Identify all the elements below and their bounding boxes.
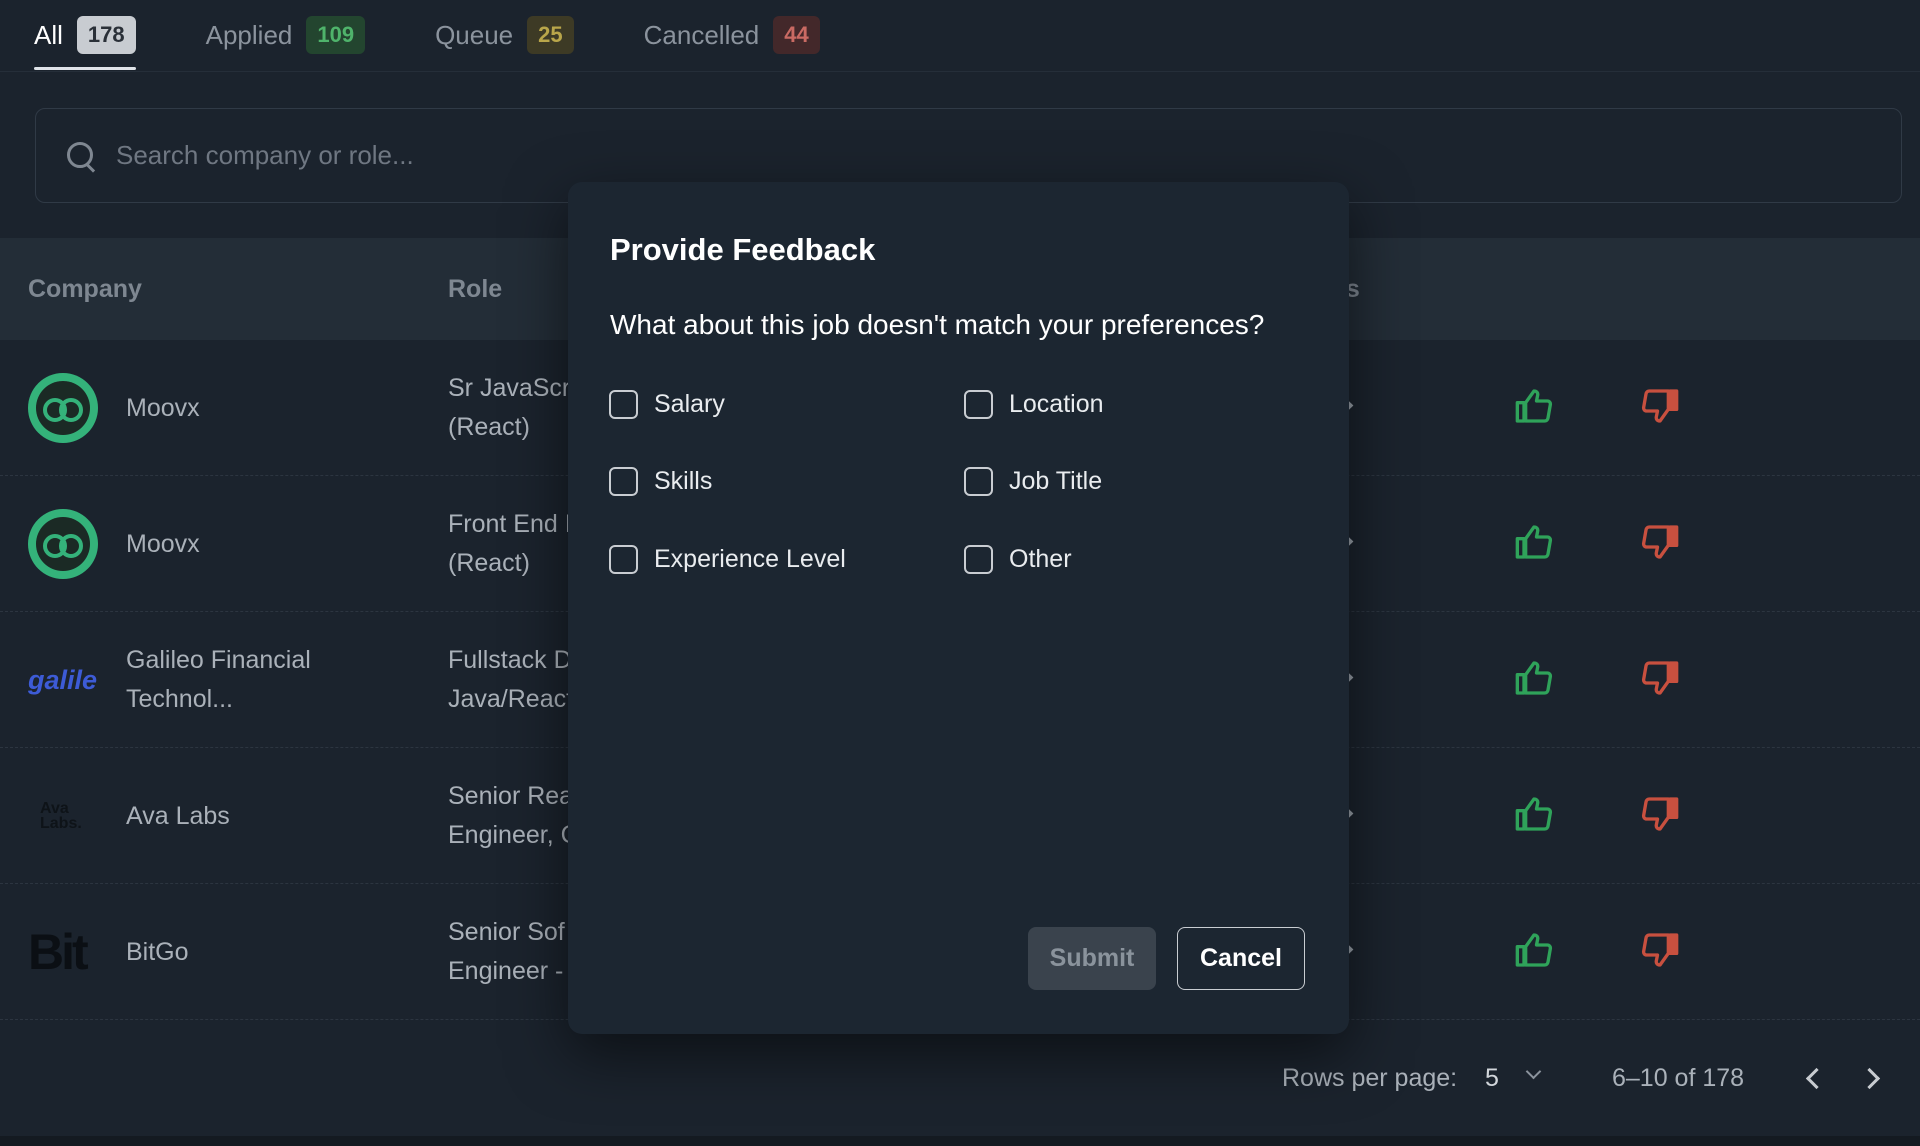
option-other[interactable]: Other: [964, 545, 1072, 574]
checkbox[interactable]: [609, 390, 638, 419]
dialog-title: Provide Feedback: [610, 232, 876, 267]
jobs-page: All 178 Applied 109 Queue 25 Cancelled 4…: [0, 0, 1920, 1146]
submit-button[interactable]: Submit: [1028, 927, 1156, 990]
option-job-title[interactable]: Job Title: [964, 467, 1102, 496]
thumbs-down-icon[interactable]: [1640, 522, 1680, 562]
tab-all[interactable]: All 178: [34, 0, 136, 70]
count-badge: 178: [76, 16, 136, 54]
rows-per-page-select[interactable]: 5: [1485, 1064, 1499, 1093]
role-title: Senior Sof Engineer -: [448, 918, 565, 985]
dialog-question: What about this job doesn't match your p…: [610, 309, 1265, 340]
option-label: Job Title: [1009, 467, 1103, 495]
rows-per-page-label: Rows per page:: [1282, 1064, 1458, 1092]
tab-queue[interactable]: Queue 25: [435, 0, 574, 70]
next-page-icon[interactable]: [1862, 1068, 1882, 1088]
company-name: Ava Labs: [126, 801, 230, 830]
tab-label: All: [34, 19, 63, 50]
option-salary[interactable]: Salary: [609, 390, 725, 419]
galileo-logo: galile: [28, 664, 98, 695]
owl-icon: [36, 517, 90, 571]
role-title: Sr JavaScr (React): [448, 374, 571, 441]
thumbs-down-icon[interactable]: [1640, 658, 1680, 698]
cancel-button[interactable]: Cancel: [1177, 927, 1305, 990]
thumbs-up-icon[interactable]: [1514, 522, 1554, 562]
previous-page-icon[interactable]: [1804, 1068, 1824, 1088]
search-input[interactable]: [116, 140, 1816, 171]
owl-icon: [36, 381, 90, 435]
option-location[interactable]: Location: [964, 390, 1104, 419]
company-name: Moovx: [126, 393, 200, 422]
option-label: Location: [1009, 390, 1104, 418]
tab-label: Cancelled: [643, 19, 760, 50]
tab-applied[interactable]: Applied 109: [205, 0, 366, 70]
status-tabs: All 178 Applied 109 Queue 25 Cancelled 4…: [34, 0, 890, 72]
pagination-footer: Rows per page: 5 6–10 of 178: [0, 1050, 1920, 1106]
thumbs-down-icon[interactable]: [1640, 930, 1680, 970]
option-label: Other: [1009, 545, 1072, 573]
checkbox[interactable]: [609, 545, 638, 574]
search-icon: [64, 139, 98, 173]
moovx-owl-logo: [28, 373, 98, 443]
count-badge: 25: [527, 16, 574, 54]
column-header-company[interactable]: Company: [28, 275, 142, 304]
company-name: Galileo Financial Technol...: [126, 646, 311, 713]
company-name: BitGo: [126, 937, 189, 966]
tab-label: Queue: [435, 19, 514, 50]
bottom-strip: [0, 1136, 1920, 1146]
tab-cancelled[interactable]: Cancelled 44: [644, 0, 820, 70]
chevron-down-icon[interactable]: [1528, 1064, 1542, 1078]
option-label: Experience Level: [654, 545, 846, 573]
option-skills[interactable]: Skills: [609, 467, 712, 496]
checkbox[interactable]: [609, 467, 638, 496]
option-label: Salary: [654, 390, 725, 418]
count-badge: 44: [773, 16, 820, 54]
role-title: Front End I (React): [448, 510, 572, 577]
role-title: Senior Rea Engineer, C: [448, 782, 578, 849]
checkbox[interactable]: [964, 545, 993, 574]
tabs-divider: [0, 71, 1920, 72]
pagination-range: 6–10 of 178: [1612, 1064, 1745, 1092]
option-experience-level[interactable]: Experience Level: [609, 545, 846, 574]
thumbs-up-icon[interactable]: [1514, 930, 1554, 970]
bitgo-logo: Bit: [28, 924, 89, 980]
thumbs-up-icon[interactable]: [1514, 794, 1554, 834]
moovx-owl-logo: [28, 509, 98, 579]
checkbox[interactable]: [964, 390, 993, 419]
feedback-dialog: Provide Feedback What about this job doe…: [568, 182, 1349, 1034]
thumbs-down-icon[interactable]: [1640, 386, 1680, 426]
column-header-role[interactable]: Role: [448, 275, 502, 304]
option-label: Skills: [654, 467, 713, 495]
thumbs-up-icon[interactable]: [1514, 658, 1554, 698]
thumbs-up-icon[interactable]: [1514, 386, 1554, 426]
ava-labs-logo: Ava Labs.: [40, 800, 82, 832]
thumbs-down-icon[interactable]: [1640, 794, 1680, 834]
checkbox[interactable]: [964, 467, 993, 496]
count-badge: 109: [306, 16, 366, 54]
tab-label: Applied: [205, 19, 293, 50]
company-name: Moovx: [126, 529, 200, 558]
role-title: Fullstack D Java/React: [448, 646, 574, 713]
